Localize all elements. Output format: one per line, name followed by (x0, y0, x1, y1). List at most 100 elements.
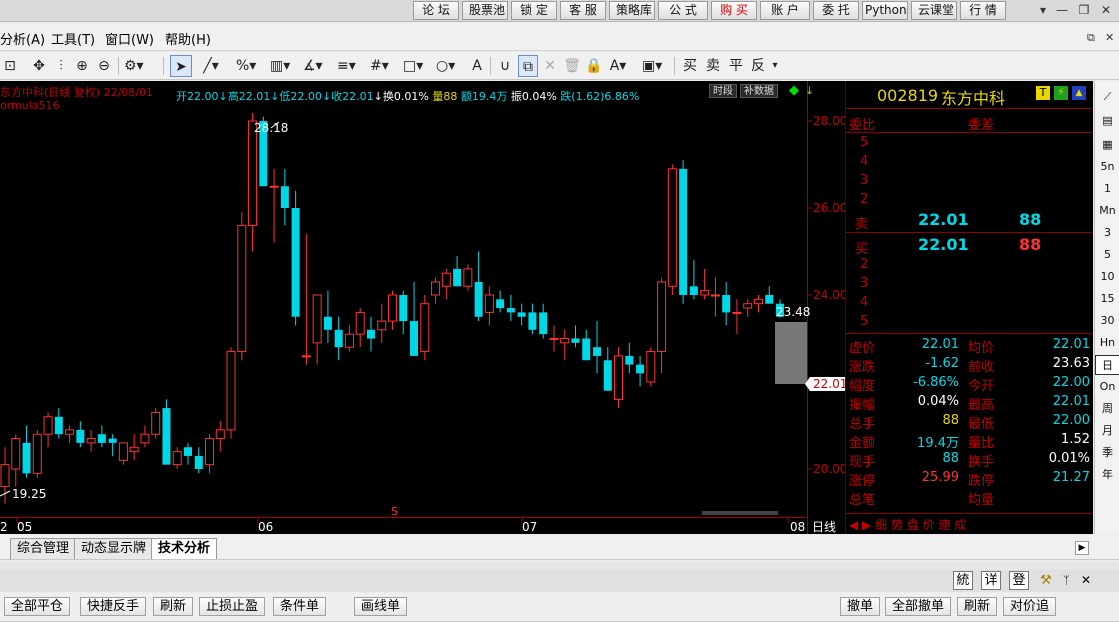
close-icon[interactable]: ✕ (1097, 2, 1115, 19)
candle-body[interactable] (32, 433, 42, 474)
candle-body[interactable] (108, 438, 117, 443)
candle-body[interactable] (388, 294, 397, 322)
candle-body[interactable] (710, 294, 720, 297)
period-item[interactable]: 5n (1095, 157, 1119, 177)
candle-body[interactable] (484, 294, 494, 313)
candle-body[interactable] (248, 120, 258, 226)
candle-body[interactable] (86, 438, 96, 444)
tools-icon[interactable]: ⚒ (1040, 573, 1052, 588)
candle-body[interactable] (679, 168, 688, 295)
candle-body[interactable] (571, 338, 580, 343)
quote-bottom-tabs[interactable]: ◀ ▶ 细 势 盘 价 連 成 (849, 516, 966, 533)
tab-dynamic-board[interactable]: 动态显示牌 (74, 538, 154, 559)
candle-body[interactable] (667, 168, 677, 287)
python-button[interactable]: Python (862, 1, 908, 20)
candle-body[interactable] (194, 455, 203, 469)
ruler-tool-icon[interactable]: ▥▾ (270, 55, 290, 77)
candle-body[interactable] (312, 294, 322, 344)
candle-body[interactable] (43, 416, 53, 435)
move-icon[interactable]: ✥ (30, 55, 48, 77)
period-item[interactable]: On (1095, 377, 1119, 397)
candle-body[interactable] (474, 281, 483, 317)
candle-body[interactable] (528, 312, 537, 330)
close-tool-button[interactable]: 平 (727, 55, 745, 77)
candle-body[interactable] (582, 338, 591, 361)
indicator-diamond-icon[interactable]: ◆ (789, 84, 799, 97)
close-child-icon[interactable]: ✕ (1105, 31, 1114, 44)
candle-body[interactable] (377, 320, 387, 331)
period-item[interactable]: 季 (1095, 443, 1119, 463)
candle-body[interactable] (65, 429, 75, 435)
candle-body[interactable] (625, 355, 634, 365)
strategy-button[interactable]: 策略库 (609, 1, 655, 20)
unified-icon[interactable]: 統 (953, 571, 973, 590)
sell-tool-button[interactable]: 卖 (704, 55, 722, 77)
cancel-all-button[interactable]: 全部撤单 (885, 597, 952, 616)
chart-scrollbar[interactable] (702, 511, 778, 515)
candle-body[interactable] (355, 311, 365, 335)
magnet-icon[interactable]: ∪ (496, 55, 514, 77)
candle-body[interactable] (496, 299, 505, 309)
angle-tool-icon[interactable]: ∡▾ (303, 55, 323, 77)
maximize-icon[interactable]: ❐ (1075, 2, 1093, 19)
candle-body[interactable] (118, 442, 128, 461)
candle-body[interactable] (269, 185, 279, 188)
candle-body[interactable] (410, 321, 419, 356)
chart-mode-icon[interactable]: ⊡ (1, 55, 19, 77)
candle-body[interactable] (700, 290, 710, 296)
candle-body[interactable] (205, 438, 215, 466)
candle-body[interactable] (765, 295, 774, 304)
list-icon[interactable]: ▤ (1095, 111, 1119, 131)
period-item[interactable]: 周 (1095, 399, 1119, 419)
login-icon[interactable]: 登 (1009, 571, 1029, 590)
candle-body[interactable] (646, 351, 656, 383)
candle-body[interactable] (689, 286, 698, 295)
cloud-class-button[interactable]: 云课堂 (911, 1, 957, 20)
detail-icon[interactable]: 详 (981, 571, 1001, 590)
period-item[interactable]: 月 (1095, 421, 1119, 441)
kline-chart[interactable]: 28.00 26.00 24.00 20.00 28.18 19.25 23.48 2… (0, 81, 845, 534)
candle-body[interactable] (420, 303, 430, 353)
sell-1-price[interactable]: 22.01 (918, 210, 969, 229)
candle-body[interactable] (97, 434, 106, 443)
buy-tool-button[interactable]: 买 (681, 55, 699, 77)
trash-icon[interactable]: 🗑 (563, 55, 581, 77)
period-item[interactable]: 10 (1095, 267, 1119, 287)
zoom-in-icon[interactable]: ⊕ (73, 55, 91, 77)
candle-body[interactable] (54, 416, 63, 435)
kline-svg[interactable]: 28.0026.0024.0020.00 28.18 19.25 23.48 2… (0, 81, 845, 534)
candle-body[interactable] (593, 347, 602, 356)
save-tool-icon[interactable]: ▣▾ (642, 55, 662, 77)
candle-body[interactable] (463, 268, 473, 287)
menu-window[interactable]: 窗口(W) (105, 29, 154, 48)
candle-body[interactable] (636, 364, 645, 374)
period-item[interactable]: 1 (1095, 179, 1119, 199)
reverse-tool-button[interactable]: 反 (749, 55, 767, 77)
candle-body[interactable] (517, 312, 526, 317)
fill-data-button[interactable]: 补数据 (740, 84, 778, 98)
account-button[interactable]: 账 户 (760, 1, 810, 20)
copy-icon[interactable]: ⧉ (518, 55, 538, 77)
candle-body[interactable] (215, 429, 225, 440)
grid-tool-icon[interactable]: #▾ (370, 55, 389, 77)
refresh-button[interactable]: 刷新 (153, 597, 194, 616)
buy-service-button[interactable]: 购 买 (711, 1, 757, 20)
candle-body[interactable] (172, 451, 182, 466)
candle-body[interactable] (334, 329, 343, 348)
candle-body[interactable] (226, 351, 236, 431)
candle-body[interactable] (743, 303, 753, 309)
candle-body[interactable] (237, 224, 247, 353)
candle-body[interactable] (506, 308, 515, 313)
candle-body[interactable] (560, 338, 570, 344)
candle-body[interactable] (11, 438, 21, 470)
lock-button[interactable]: 锁 定 (511, 1, 557, 20)
candle-body[interactable] (280, 186, 289, 208)
chart-pin-icon[interactable]: ⤓ (807, 84, 812, 97)
text-tool-icon[interactable]: A (468, 55, 486, 77)
period-item[interactable]: 年 (1095, 465, 1119, 485)
chase-price-button[interactable]: 对价追 (1003, 597, 1057, 616)
circle-tool-icon[interactable]: ○▾ (436, 55, 455, 77)
pin-icon[interactable]: ᛉ (1063, 574, 1070, 587)
candle-body[interactable] (129, 446, 139, 453)
candle-body[interactable] (151, 411, 161, 435)
